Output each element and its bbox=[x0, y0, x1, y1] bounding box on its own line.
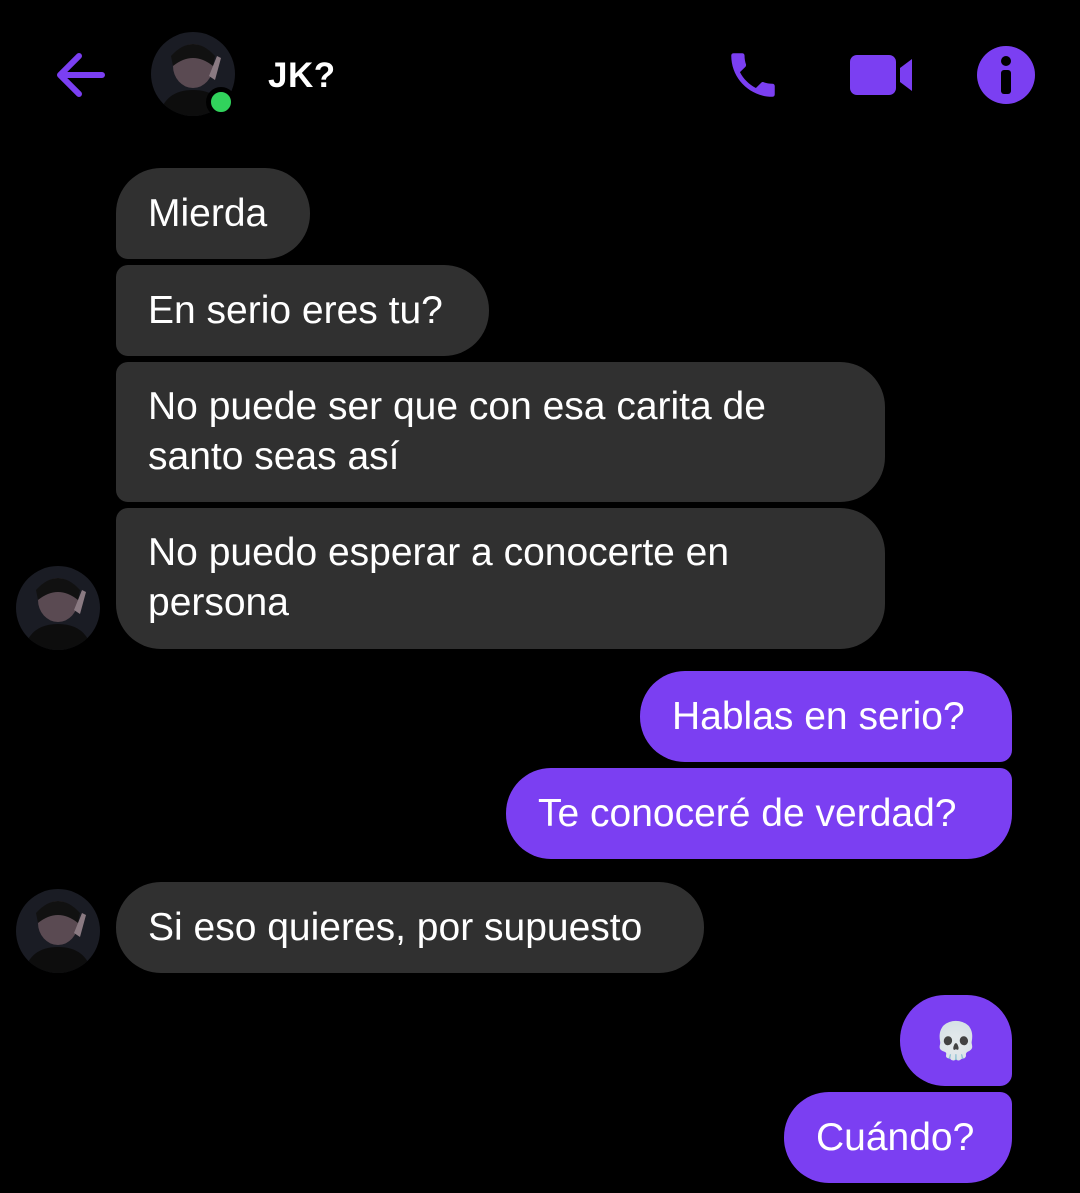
message-text: Te conoceré de verdad? bbox=[538, 791, 957, 835]
avatar-image bbox=[16, 566, 100, 650]
message-text: En serio eres tu? bbox=[148, 288, 443, 332]
message-text: Mierda bbox=[148, 191, 268, 235]
incoming-message[interactable]: En serio eres tu? bbox=[116, 265, 489, 356]
skull-emoji: 💀 bbox=[933, 1019, 979, 1061]
video-call-button[interactable] bbox=[846, 40, 916, 110]
sender-avatar[interactable] bbox=[16, 889, 100, 973]
message-text: No puede ser que con esa carita de santo… bbox=[148, 385, 766, 478]
phone-icon bbox=[731, 53, 775, 97]
contact-name[interactable]: JK? bbox=[268, 56, 336, 96]
message-text: Cuándo? bbox=[816, 1115, 975, 1159]
online-status-indicator bbox=[206, 87, 236, 117]
incoming-message[interactable]: Mierda bbox=[116, 168, 310, 259]
arrow-left-icon bbox=[57, 53, 105, 97]
video-camera-icon bbox=[850, 55, 912, 95]
incoming-message[interactable]: No puede ser que con esa carita de santo… bbox=[116, 362, 885, 502]
incoming-message[interactable]: Si eso quieres, por supuesto bbox=[116, 882, 704, 973]
message-text: Hablas en serio? bbox=[672, 694, 965, 738]
incoming-message[interactable]: No puedo esperar a conocerte en persona bbox=[116, 508, 885, 649]
sender-avatar[interactable] bbox=[16, 566, 100, 650]
call-button[interactable] bbox=[718, 40, 788, 110]
outgoing-message[interactable]: Te conoceré de verdad? bbox=[506, 768, 1012, 859]
outgoing-message[interactable]: Hablas en serio? bbox=[640, 671, 1012, 762]
message-text: No puedo esperar a conocerte en persona bbox=[148, 531, 730, 624]
outgoing-message[interactable]: Cuándo? bbox=[784, 1092, 1012, 1183]
chat-header: JK? bbox=[0, 0, 1080, 150]
avatar-image bbox=[16, 889, 100, 973]
info-icon bbox=[977, 46, 1035, 104]
message-text: Si eso quieres, por supuesto bbox=[148, 905, 643, 949]
outgoing-message[interactable]: 💀 bbox=[900, 995, 1012, 1086]
back-button[interactable] bbox=[48, 46, 110, 104]
info-button[interactable] bbox=[971, 40, 1041, 110]
